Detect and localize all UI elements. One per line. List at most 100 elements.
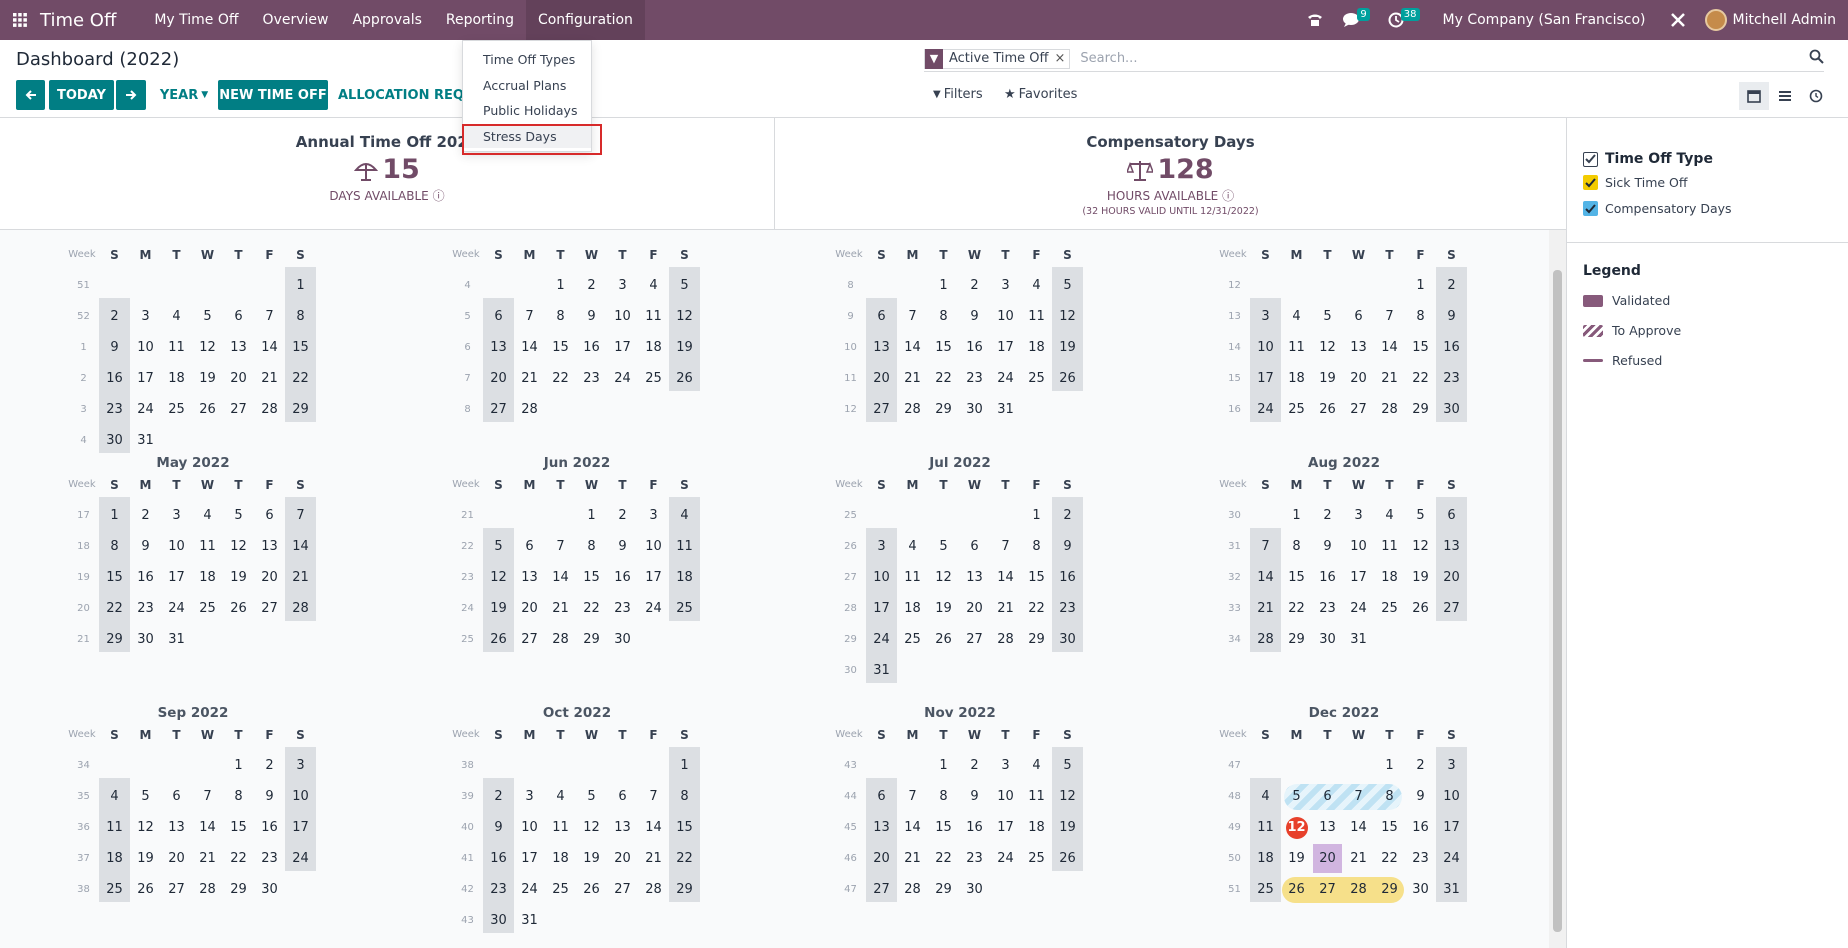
user-menu[interactable]: Mitchell Admin	[1704, 9, 1836, 31]
calendar-day[interactable]: 24	[1343, 593, 1374, 624]
calendar-day[interactable]: 3	[638, 500, 669, 531]
calendar-day[interactable]: 6	[1312, 781, 1343, 812]
calendar-day[interactable]: 15	[1405, 332, 1436, 363]
calendar-day[interactable]: 20	[607, 843, 638, 874]
calendar-day[interactable]: 30	[1436, 394, 1467, 425]
calendar-day[interactable]: 16	[1312, 562, 1343, 593]
calendar-day[interactable]: 3	[285, 750, 316, 781]
calendar-day[interactable]: 9	[1052, 531, 1083, 562]
calendar-day[interactable]: 26	[669, 363, 700, 394]
calendar-day[interactable]: 6	[866, 301, 897, 332]
calendar-day[interactable]: 10	[130, 332, 161, 363]
calendar-day[interactable]: 4	[1250, 781, 1281, 812]
calendar-day[interactable]: 27	[223, 394, 254, 425]
calendar-day[interactable]: 25	[897, 624, 928, 655]
calendar-day[interactable]: 9	[959, 781, 990, 812]
calendar-day[interactable]: 5	[130, 781, 161, 812]
calendar-day[interactable]: 30	[483, 905, 514, 936]
calendar-day[interactable]: 14	[192, 812, 223, 843]
calendar-day[interactable]: 24	[990, 843, 1021, 874]
calendar-day[interactable]: 17	[1436, 812, 1467, 843]
calendar-day[interactable]: 15	[99, 562, 130, 593]
calendar-day[interactable]: 4	[669, 500, 700, 531]
calendar-day[interactable]: 20	[1436, 562, 1467, 593]
calendar-day[interactable]: 23	[1405, 843, 1436, 874]
calendar-day[interactable]: 1	[545, 270, 576, 301]
calendar-day[interactable]: 23	[607, 593, 638, 624]
calendar-day[interactable]: 21	[285, 562, 316, 593]
menu-reporting[interactable]: Reporting	[434, 0, 526, 40]
calendar-day[interactable]: 28	[897, 874, 928, 905]
calendar-day[interactable]: 13	[1343, 332, 1374, 363]
calendar-day[interactable]: 27	[1343, 394, 1374, 425]
calendar-day[interactable]: 25	[1281, 394, 1312, 425]
calendar-day[interactable]: 11	[192, 531, 223, 562]
calendar-day[interactable]: 4	[1021, 750, 1052, 781]
calendar-day[interactable]: 8	[1021, 531, 1052, 562]
calendar-day[interactable]: 30	[99, 425, 130, 456]
calendar-day[interactable]: 25	[1250, 874, 1281, 905]
calendar-day[interactable]: 16	[254, 812, 285, 843]
calendar-day[interactable]: 28	[192, 874, 223, 905]
calendar-day[interactable]: 18	[1281, 363, 1312, 394]
calendar-day[interactable]: 15	[1021, 562, 1052, 593]
calendar-day[interactable]: 29	[576, 624, 607, 655]
calendar-day[interactable]: 8	[1281, 531, 1312, 562]
calendar-day[interactable]: 21	[638, 843, 669, 874]
calendar-day[interactable]: 18	[897, 593, 928, 624]
calendar-day[interactable]: 9	[576, 301, 607, 332]
menu-configuration[interactable]: Configuration	[525, 0, 645, 40]
calendar-day[interactable]: 28	[1250, 624, 1281, 655]
calendar-day[interactable]: 26	[576, 874, 607, 905]
menu-my-time-off[interactable]: My Time Off	[142, 0, 250, 40]
calendar-day[interactable]: 13	[161, 812, 192, 843]
calendar-day[interactable]: 27	[866, 394, 897, 425]
calendar-day[interactable]: 17	[607, 332, 638, 363]
calendar-day[interactable]: 2	[1312, 500, 1343, 531]
calendar-day[interactable]: 30	[959, 394, 990, 425]
calendar-day[interactable]: 13	[607, 812, 638, 843]
calendar-day[interactable]: 1	[223, 750, 254, 781]
calendar-day[interactable]: 6	[959, 531, 990, 562]
calendar-day[interactable]: 29	[285, 394, 316, 425]
calendar-day[interactable]: 22	[1374, 843, 1405, 874]
calendar-day[interactable]: 3	[990, 750, 1021, 781]
calendar-day[interactable]: 2	[130, 500, 161, 531]
calendar-day[interactable]: 30	[1312, 624, 1343, 655]
list-view-icon[interactable]	[1770, 82, 1800, 110]
calendar-day[interactable]: 14	[285, 531, 316, 562]
calendar-day[interactable]: 9	[959, 301, 990, 332]
calendar-day[interactable]: 23	[576, 363, 607, 394]
calendar-day[interactable]: 18	[638, 332, 669, 363]
calendar-day[interactable]: 1	[1374, 750, 1405, 781]
company-switcher[interactable]: My Company (San Francisco)	[1443, 12, 1646, 28]
calendar-day[interactable]: 7	[192, 781, 223, 812]
calendar-day[interactable]: 15	[669, 812, 700, 843]
calendar-day[interactable]: 11	[99, 812, 130, 843]
calendar-day[interactable]: 6	[1343, 301, 1374, 332]
calendar-day[interactable]: 15	[545, 332, 576, 363]
calendar-day[interactable]: 18	[1250, 843, 1281, 874]
calendar-day[interactable]: 7	[514, 301, 545, 332]
calendar-day[interactable]: 4	[1021, 270, 1052, 301]
phone-icon[interactable]	[1306, 12, 1324, 28]
calendar-day[interactable]: 16	[1405, 812, 1436, 843]
calendar-day[interactable]: 3	[990, 270, 1021, 301]
calendar-day[interactable]: 2	[483, 781, 514, 812]
calendar-day[interactable]: 16	[959, 812, 990, 843]
calendar-day[interactable]: 13	[1436, 531, 1467, 562]
calendar-day[interactable]: 9	[130, 531, 161, 562]
calendar-day[interactable]: 29	[1281, 624, 1312, 655]
calendar-day[interactable]: 10	[1343, 531, 1374, 562]
scale-dropdown[interactable]: YEAR ▼	[155, 80, 213, 110]
menu-item-public-holidays[interactable]: Public Holidays	[463, 98, 591, 122]
calendar-day[interactable]: 23	[99, 394, 130, 425]
calendar-day[interactable]: 19	[1052, 332, 1083, 363]
calendar-day[interactable]: 7	[545, 531, 576, 562]
calendar-day[interactable]: 20	[161, 843, 192, 874]
calendar-day[interactable]: 26	[1312, 394, 1343, 425]
calendar-day[interactable]: 23	[1052, 593, 1083, 624]
calendar-day[interactable]: 27	[866, 874, 897, 905]
calendar-day[interactable]: 3	[1436, 750, 1467, 781]
calendar-day[interactable]: 23	[1312, 593, 1343, 624]
